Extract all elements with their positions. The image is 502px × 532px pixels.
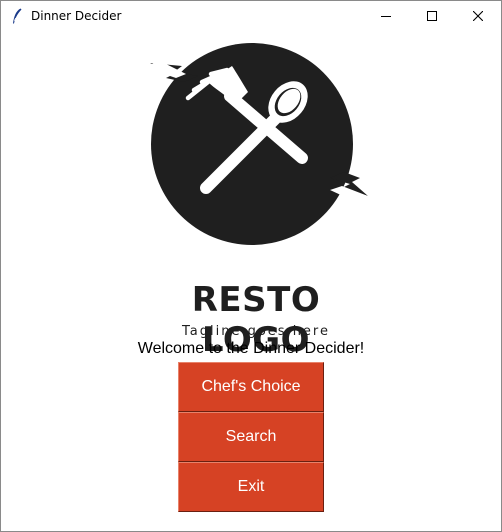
- maximize-button[interactable]: [409, 1, 455, 32]
- exit-button[interactable]: Exit: [178, 462, 324, 512]
- app-window: Dinner Decider RESTO LOGO Tagline goes h…: [0, 0, 502, 532]
- minimize-button[interactable]: [363, 1, 409, 32]
- close-icon: [473, 11, 483, 21]
- search-button[interactable]: Search: [178, 412, 324, 462]
- logo-tagline: Tagline goes here: [181, 324, 330, 339]
- chefs-choice-button[interactable]: Chef's Choice: [178, 362, 324, 412]
- welcome-label: Welcome to the Dinner Decider!: [137, 340, 365, 357]
- close-button[interactable]: [455, 1, 501, 32]
- window-title: Dinner Decider: [31, 9, 122, 23]
- main-content: RESTO LOGO Tagline goes here Welcome to …: [1, 32, 501, 531]
- title-bar[interactable]: Dinner Decider: [1, 1, 501, 32]
- resto-logo: RESTO LOGO Tagline goes here: [136, 38, 376, 360]
- minimize-icon: [381, 16, 391, 17]
- maximize-icon: [427, 11, 437, 21]
- fork-spoon-icon: [146, 43, 368, 245]
- feather-icon: [13, 8, 22, 24]
